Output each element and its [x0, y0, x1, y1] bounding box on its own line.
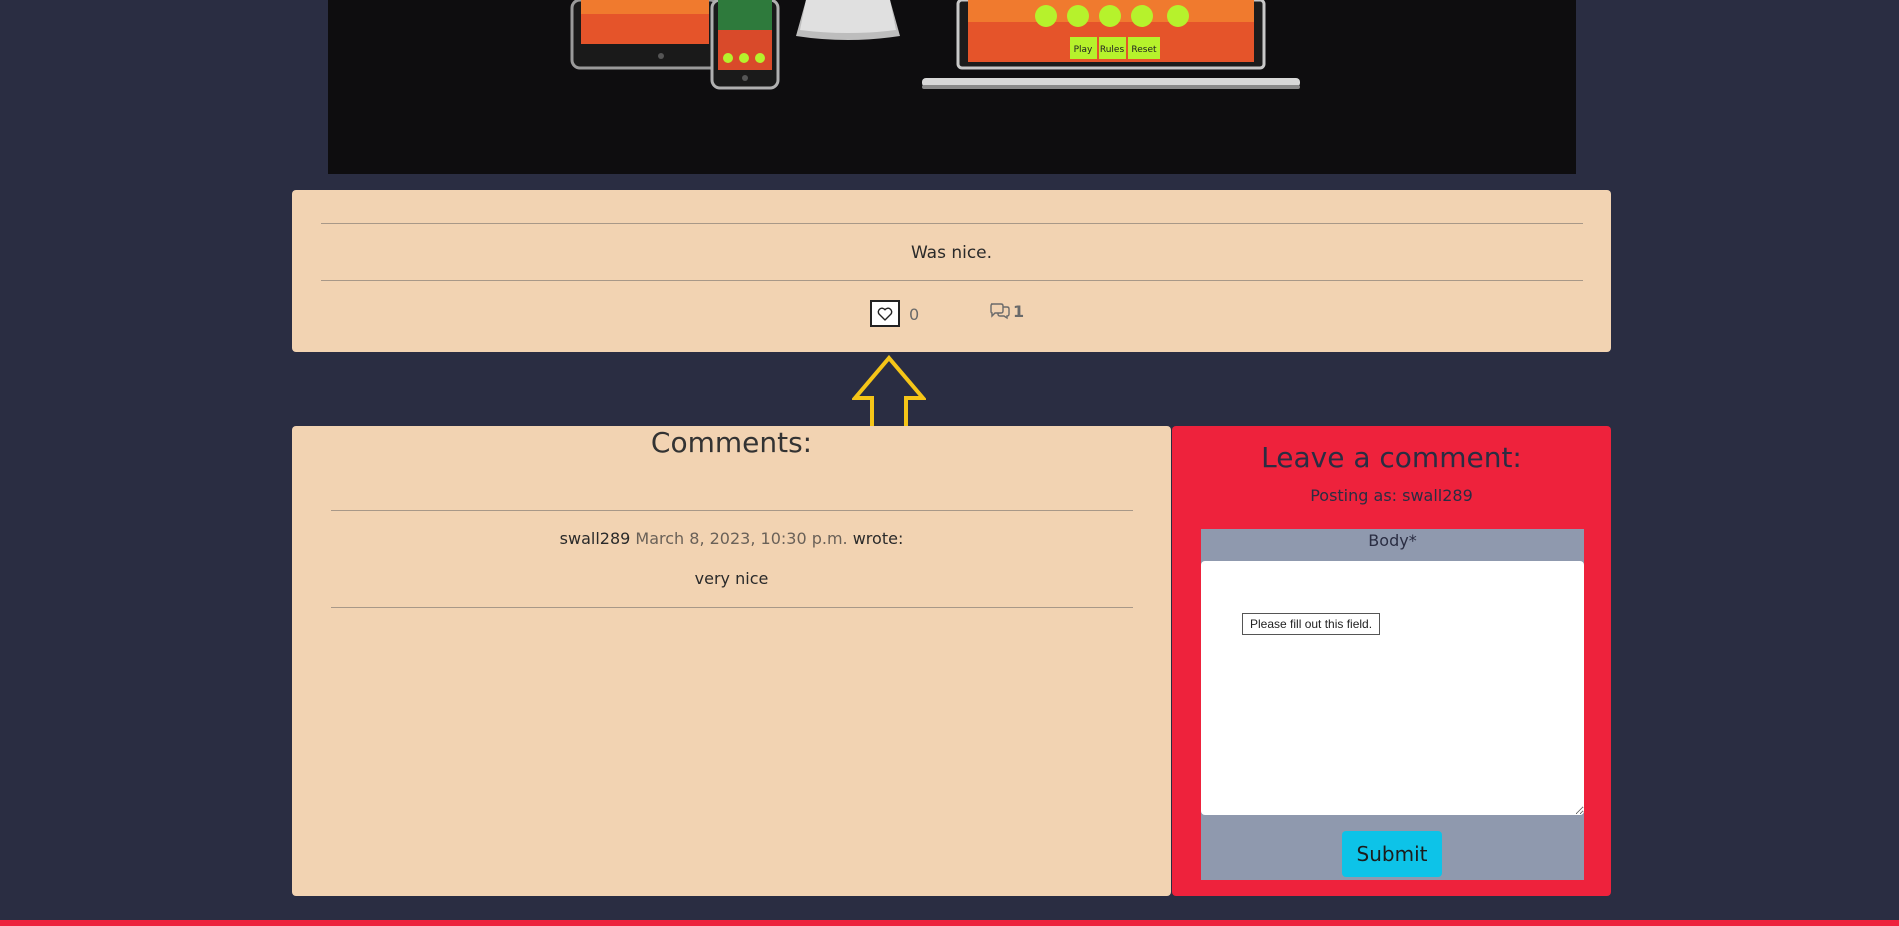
device-mockup-illustration: Play Rules Reset: [328, 0, 1576, 174]
comment-wrote-label: wrote:: [852, 529, 904, 548]
divider: [331, 607, 1133, 608]
comments-heading: Comments:: [650, 426, 813, 459]
comment-body: very nice: [694, 569, 769, 588]
hero-reset-label: Reset: [1131, 45, 1157, 55]
like-button[interactable]: [870, 300, 900, 327]
comment-body-textarea[interactable]: [1201, 561, 1584, 815]
comment-form: Body* Please fill out this field. Submit: [1201, 529, 1584, 880]
divider: [321, 280, 1583, 281]
comment-date: March 8, 2023, 10:30 p.m.: [635, 529, 848, 548]
divider: [321, 223, 1583, 224]
posting-as-label: Posting as: swall289: [1310, 486, 1473, 505]
comment-form-card: Leave a comment: Posting as: swall289 Bo…: [1172, 426, 1611, 896]
like-count: 0: [909, 305, 920, 324]
post-hero-image: Play Rules Reset: [328, 0, 1576, 174]
comments-icon: [990, 303, 1010, 320]
hero-rules-label: Rules: [1100, 45, 1125, 55]
validation-tooltip: Please fill out this field.: [1242, 613, 1381, 635]
comment-meta: swall289 March 8, 2023, 10:30 p.m. wrote…: [292, 529, 1171, 548]
post-content: Was nice.: [910, 243, 993, 263]
submit-button[interactable]: Submit: [1342, 831, 1442, 877]
post-card: Was nice. 0 1: [292, 190, 1611, 352]
comments-section: Comments: swall289 March 8, 2023, 10:30 …: [292, 426, 1171, 896]
heart-icon: [877, 307, 893, 321]
hero-play-label: Play: [1074, 45, 1093, 55]
footer-accent-bar: [0, 920, 1899, 926]
comment-form-heading: Leave a comment:: [1261, 441, 1522, 474]
comment-author: swall289: [559, 529, 631, 548]
divider: [331, 510, 1133, 511]
body-field-label: Body*: [1368, 531, 1417, 550]
comment-count: 1: [1013, 302, 1025, 321]
